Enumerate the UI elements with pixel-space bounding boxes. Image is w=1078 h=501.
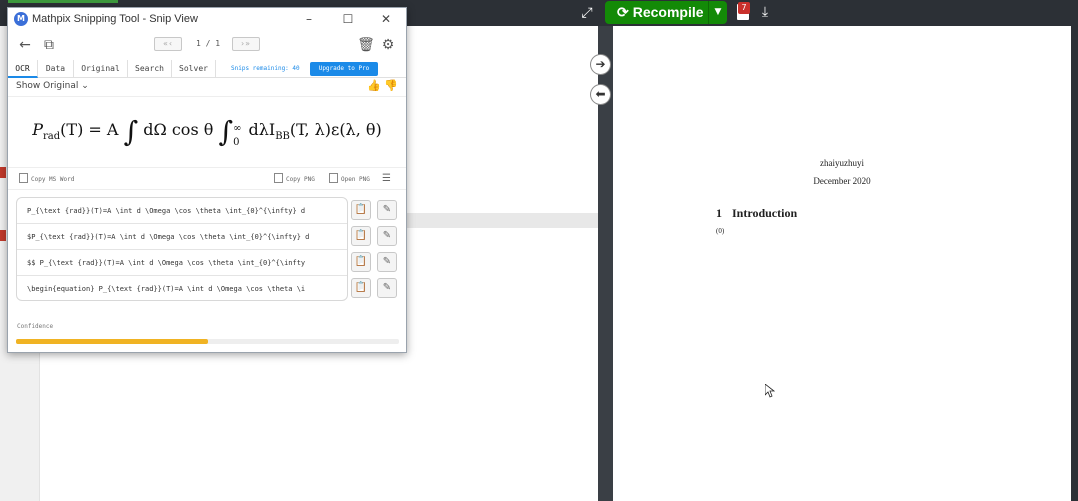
snips-remaining: Snips remaining: 40 — [231, 65, 300, 72]
thumbs-up-icon[interactable]: 👍 — [367, 79, 381, 93]
formula-text: Prad(T) = A ∫ dΩ cos θ ∫∞ 0 dλIBB(T, λ)ε(… — [32, 115, 382, 150]
error-marker-icon — [0, 230, 6, 241]
confidence-label: Confidence — [17, 323, 54, 330]
gear-icon[interactable]: ⚙ — [379, 36, 397, 54]
pdf-preview — [613, 26, 1071, 501]
copy-actions: Copy MS Word Copy PNG Open PNG ☰ — [8, 168, 406, 190]
word-icon — [19, 173, 28, 183]
confidence-fill — [16, 339, 208, 344]
integral-lower: 0 — [233, 136, 240, 148]
recompile-dropdown-icon[interactable]: ▼ — [708, 1, 727, 24]
copy-png-label: Copy PNG — [286, 176, 315, 183]
result-row[interactable]: \begin{equation} P_{\text {rad}}(T)=A \i… — [17, 276, 347, 300]
close-icon[interactable]: ✕ — [377, 10, 395, 28]
error-marker-icon — [0, 167, 6, 178]
desktop: ⤢ ⟳ Recompile ▼ 7 ⤓ ➔ ⬅ zhaiyuzhuyi Decem… — [0, 0, 1078, 501]
integral-upper: ∞ — [233, 122, 242, 134]
tab-original[interactable]: Original — [74, 60, 128, 78]
copy-ms-word-label: Copy MS Word — [31, 176, 75, 183]
mathpix-tabs: OCR Data Original Search Solver Snips re… — [8, 60, 406, 78]
expand-icon[interactable]: ⤢ — [578, 4, 596, 22]
edit-icon[interactable]: ✎ — [377, 226, 397, 246]
integral-sign: ∫ — [218, 114, 234, 148]
integral-limits: ∞ 0 — [233, 122, 241, 150]
refresh-icon: ⟳ — [617, 4, 629, 20]
copy-clipboard-icon[interactable]: 📋 — [351, 226, 371, 246]
sync-to-code-arrow-icon[interactable]: ⬅ — [591, 85, 610, 104]
copy-clipboard-icon[interactable]: 📋 — [351, 200, 371, 220]
rendered-formula: Prad(T) = A ∫ dΩ cos θ ∫∞ 0 dλIBB(T, λ)ε(… — [8, 96, 406, 168]
first-prev-button[interactable]: «‹ — [154, 37, 182, 51]
pdf-section-heading: 1 Introduction — [716, 206, 797, 221]
tab-ocr[interactable]: OCR — [8, 60, 38, 78]
minimize-icon[interactable]: – — [300, 10, 318, 28]
maximize-icon[interactable]: ☐ — [339, 10, 357, 28]
formula-lhs-arg: (T) = A — [60, 119, 119, 139]
pdf-equation-number: (0) — [716, 227, 725, 235]
tab-search[interactable]: Search — [128, 60, 172, 78]
mouse-cursor-icon — [765, 384, 775, 398]
show-original-label: Show Original — [16, 81, 79, 91]
toolbar-accent-line — [8, 0, 118, 3]
download-icon[interactable]: ⤓ — [758, 3, 772, 21]
copy-clipboard-icon[interactable]: 📋 — [351, 278, 371, 298]
mathpix-logo-icon: M — [14, 12, 28, 26]
result-row[interactable]: P_{\text {rad}}(T)=A \int d \Omega \cos … — [17, 198, 347, 224]
open-png-button[interactable]: Open PNG — [329, 173, 370, 186]
mathpix-window: M Mathpix Snipping Tool - Snip View – ☐ … — [7, 7, 407, 353]
pdf-scroll-rail[interactable] — [1071, 26, 1078, 501]
copy-png-button[interactable]: Copy PNG — [274, 173, 315, 186]
formula-mid: dΩ cos θ — [143, 119, 214, 139]
edit-icon[interactable]: ✎ — [377, 278, 397, 298]
thumbs-down-icon[interactable]: 👎 — [384, 79, 398, 93]
chevron-down-icon: ⌄ — [81, 81, 89, 91]
result-row[interactable]: $P_{\text {rad}}(T)=A \int d \Omega \cos… — [17, 224, 347, 250]
tab-solver[interactable]: Solver — [172, 60, 216, 78]
window-title: Mathpix Snipping Tool - Snip View — [32, 13, 198, 25]
pdf-date: December 2020 — [813, 176, 871, 186]
back-arrow-icon[interactable]: ← — [16, 36, 34, 54]
tab-data[interactable]: Data — [38, 60, 74, 78]
upgrade-button[interactable]: Upgrade to Pro — [310, 62, 378, 76]
open-png-label: Open PNG — [341, 176, 370, 183]
pdf-section-title: Introduction — [732, 206, 798, 220]
open-external-icon — [329, 173, 338, 183]
mathpix-titlebar[interactable]: M Mathpix Snipping Tool - Snip View – ☐ … — [8, 8, 406, 30]
formula-rhs: dλI — [248, 119, 276, 139]
sliders-icon[interactable]: ☰ — [382, 173, 394, 185]
formula-rhs-sub: BB — [275, 130, 290, 142]
integral-sign: ∫ — [123, 114, 139, 148]
trash-icon[interactable]: 🗑 — [357, 36, 375, 54]
confidence-bar — [16, 339, 399, 344]
pager: 1 / 1 — [196, 39, 221, 48]
sync-to-pdf-arrow-icon[interactable]: ➔ — [591, 55, 610, 74]
copy-icon — [274, 173, 283, 183]
screen-snip-icon[interactable]: ⧉ — [40, 36, 58, 54]
show-original-toggle[interactable]: Show Original ⌄ — [16, 81, 89, 91]
recompile-label: Recompile — [632, 4, 704, 20]
copy-clipboard-icon[interactable]: 📋 — [351, 252, 371, 272]
formula-rhs-tail: (T, λ)ε(λ, θ) — [289, 119, 382, 139]
logs-badge: 7 — [738, 2, 750, 14]
result-row[interactable]: $$ P_{\text {rad}}(T)=A \int d \Omega \c… — [17, 250, 347, 276]
next-last-button[interactable]: ›» — [232, 37, 260, 51]
mathpix-toolbar: ← ⧉ «‹ 1 / 1 ›» 🗑 ⚙ — [8, 30, 406, 60]
formula-lhs-sub: rad — [43, 130, 61, 142]
copy-ms-word-button[interactable]: Copy MS Word — [19, 173, 74, 186]
edit-icon[interactable]: ✎ — [377, 200, 397, 220]
pdf-author: zhaiyuzhuyi — [820, 158, 864, 168]
pdf-section-number: 1 — [716, 206, 722, 220]
formula-lhs: P — [32, 119, 44, 139]
latex-results: P_{\text {rad}}(T)=A \int d \Omega \cos … — [16, 197, 348, 301]
edit-icon[interactable]: ✎ — [377, 252, 397, 272]
